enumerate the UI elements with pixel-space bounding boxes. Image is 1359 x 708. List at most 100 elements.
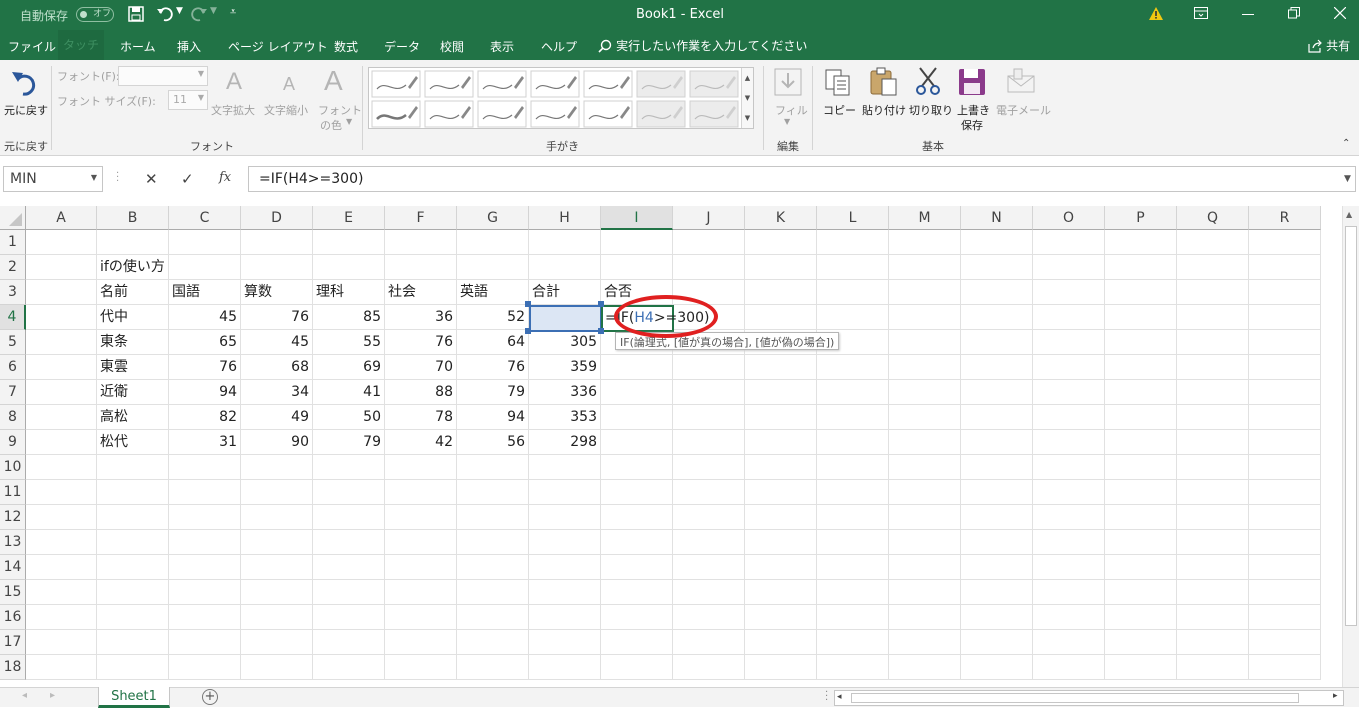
cell-E10[interactable]: [313, 455, 385, 480]
cell-E17[interactable]: [313, 630, 385, 655]
cell-R8[interactable]: [1249, 405, 1321, 430]
cell-O8[interactable]: [1033, 405, 1105, 430]
cell-K4[interactable]: [745, 305, 817, 330]
cell-N18[interactable]: [961, 655, 1033, 680]
cell-B17[interactable]: [97, 630, 169, 655]
cell-L3[interactable]: [817, 280, 889, 305]
cell-G17[interactable]: [457, 630, 529, 655]
cell-O15[interactable]: [1033, 580, 1105, 605]
cell-P8[interactable]: [1105, 405, 1177, 430]
cell-I9[interactable]: [601, 430, 673, 455]
cell-D9[interactable]: 90: [241, 430, 313, 455]
cell-N10[interactable]: [961, 455, 1033, 480]
cell-C7[interactable]: 94: [169, 380, 241, 405]
cell-K15[interactable]: [745, 580, 817, 605]
cell-G8[interactable]: 94: [457, 405, 529, 430]
cell-Q3[interactable]: [1177, 280, 1249, 305]
row-header-9[interactable]: 9: [0, 430, 26, 455]
cell-P7[interactable]: [1105, 380, 1177, 405]
save-icon[interactable]: [128, 6, 144, 22]
cell-M6[interactable]: [889, 355, 961, 380]
cell-D4[interactable]: 76: [241, 305, 313, 330]
cell-M2[interactable]: [889, 255, 961, 280]
cell-P15[interactable]: [1105, 580, 1177, 605]
cell-A13[interactable]: [26, 530, 97, 555]
cell-K7[interactable]: [745, 380, 817, 405]
tab-home[interactable]: ホーム: [120, 38, 156, 55]
cell-L16[interactable]: [817, 605, 889, 630]
cell-O5[interactable]: [1033, 330, 1105, 355]
cell-B12[interactable]: [97, 505, 169, 530]
cell-N13[interactable]: [961, 530, 1033, 555]
cell-Q8[interactable]: [1177, 405, 1249, 430]
cell-F17[interactable]: [385, 630, 457, 655]
cell-D12[interactable]: [241, 505, 313, 530]
cell-C5[interactable]: 65: [169, 330, 241, 355]
cell-C4[interactable]: 45: [169, 305, 241, 330]
cell-C8[interactable]: 82: [169, 405, 241, 430]
cell-H9[interactable]: 298: [529, 430, 601, 455]
cut-label[interactable]: 切り取り: [909, 102, 953, 118]
cell-J13[interactable]: [673, 530, 745, 555]
tab-insert[interactable]: 挿入: [177, 38, 201, 55]
cell-K14[interactable]: [745, 555, 817, 580]
cell-P3[interactable]: [1105, 280, 1177, 305]
cell-R17[interactable]: [1249, 630, 1321, 655]
tell-me-search[interactable]: 実行したい作業を入力してください: [598, 37, 807, 53]
cell-R2[interactable]: [1249, 255, 1321, 280]
cell-F13[interactable]: [385, 530, 457, 555]
cell-G13[interactable]: [457, 530, 529, 555]
cell-P18[interactable]: [1105, 655, 1177, 680]
cell-A1[interactable]: [26, 230, 97, 255]
cell-O17[interactable]: [1033, 630, 1105, 655]
cell-C9[interactable]: 31: [169, 430, 241, 455]
cell-K9[interactable]: [745, 430, 817, 455]
cell-J2[interactable]: [673, 255, 745, 280]
cell-R16[interactable]: [1249, 605, 1321, 630]
cell-G5[interactable]: 64: [457, 330, 529, 355]
cell-R5[interactable]: [1249, 330, 1321, 355]
ref-handle[interactable]: [525, 328, 531, 334]
cell-I8[interactable]: [601, 405, 673, 430]
chevron-down-icon[interactable]: ▼: [91, 173, 97, 182]
cell-K8[interactable]: [745, 405, 817, 430]
tab-review[interactable]: 校閲: [440, 38, 464, 55]
cell-F2[interactable]: [385, 255, 457, 280]
cell-N2[interactable]: [961, 255, 1033, 280]
cell-E12[interactable]: [313, 505, 385, 530]
cell-R18[interactable]: [1249, 655, 1321, 680]
share-button[interactable]: 共有: [1308, 37, 1350, 54]
worksheet-grid[interactable]: ABCDEFGHIJKLMNOPQR 1 2 3 4 5 6 7 8 9 10 11 12 13 14 15…: [0, 206, 1359, 687]
row-header-18[interactable]: 18: [0, 655, 26, 680]
pen-gallery-icons[interactable]: [369, 68, 755, 130]
cell-Q5[interactable]: [1177, 330, 1249, 355]
cell-O6[interactable]: [1033, 355, 1105, 380]
cell-F11[interactable]: [385, 480, 457, 505]
vertical-scroll-thumb[interactable]: [1345, 226, 1357, 626]
cell-D8[interactable]: 49: [241, 405, 313, 430]
cell-E7[interactable]: 41: [313, 380, 385, 405]
cell-O7[interactable]: [1033, 380, 1105, 405]
cell-I7[interactable]: [601, 380, 673, 405]
collapse-ribbon-icon[interactable]: ⌃: [1342, 138, 1350, 149]
cell-H1[interactable]: [529, 230, 601, 255]
cell-J14[interactable]: [673, 555, 745, 580]
cell-B9[interactable]: 松代: [97, 430, 169, 455]
cell-N3[interactable]: [961, 280, 1033, 305]
cell-H8[interactable]: 353: [529, 405, 601, 430]
cell-K1[interactable]: [745, 230, 817, 255]
cell-R14[interactable]: [1249, 555, 1321, 580]
cell-Q11[interactable]: [1177, 480, 1249, 505]
row-header-4[interactable]: 4: [0, 305, 26, 330]
row-header-13[interactable]: 13: [0, 530, 26, 555]
cell-G3[interactable]: 英語: [457, 280, 529, 305]
add-sheet-button[interactable]: +: [202, 689, 218, 705]
cell-G1[interactable]: [457, 230, 529, 255]
cell-I12[interactable]: [601, 505, 673, 530]
cell-N1[interactable]: [961, 230, 1033, 255]
cell-L10[interactable]: [817, 455, 889, 480]
cell-E6[interactable]: 69: [313, 355, 385, 380]
tab-data[interactable]: データ: [384, 38, 420, 55]
cell-F6[interactable]: 70: [385, 355, 457, 380]
cell-D7[interactable]: 34: [241, 380, 313, 405]
